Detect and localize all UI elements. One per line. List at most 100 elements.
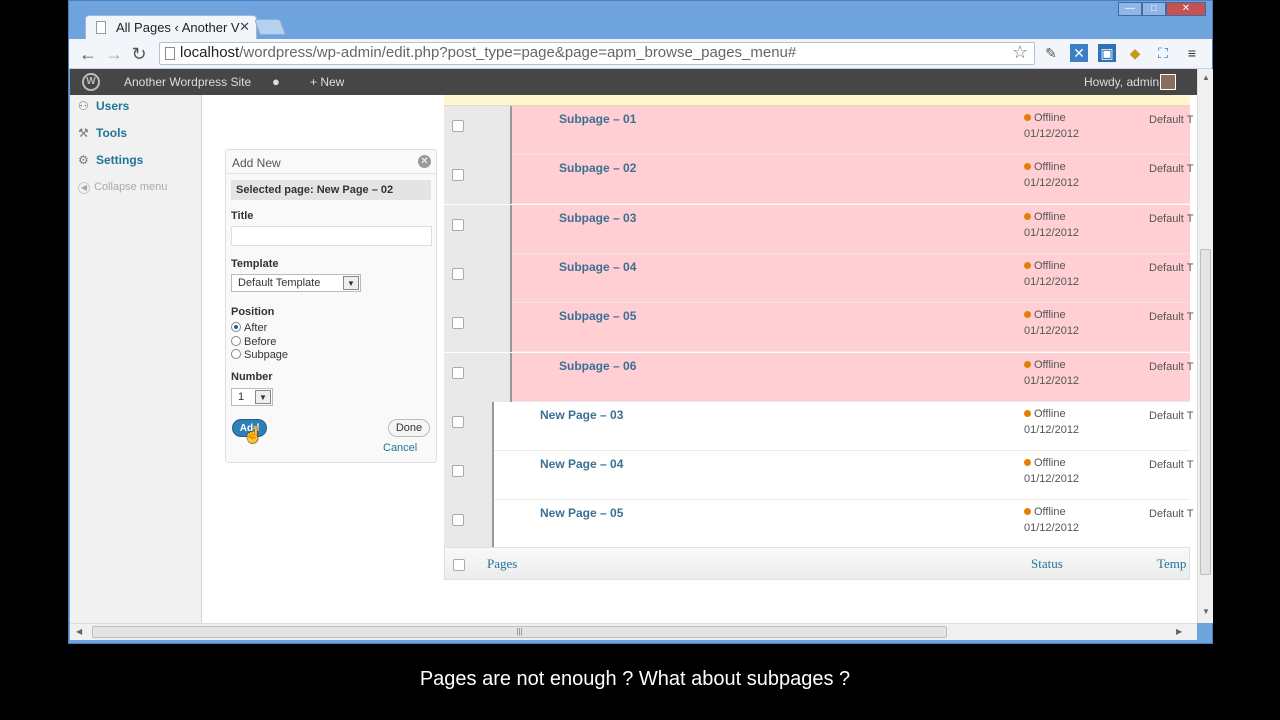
page-title-link[interactable]: New Page – 04 — [540, 457, 623, 471]
cancel-link[interactable]: Cancel — [383, 442, 417, 454]
drag-handle[interactable] — [510, 253, 512, 303]
table-row[interactable]: New Page – 04 Offline 01/12/2012 Default T — [444, 451, 1193, 501]
done-button[interactable]: Done — [388, 419, 430, 437]
scroll-up-icon[interactable]: ▲ — [1202, 73, 1210, 82]
column-status[interactable]: Status — [1031, 556, 1063, 572]
sidebar-item-tools[interactable]: ⚒ Tools — [78, 126, 127, 140]
column-template[interactable]: Temp — [1157, 556, 1186, 572]
reload-icon[interactable]: ↻ — [128, 43, 150, 65]
horizontal-scrollbar[interactable]: ◀ ||| ▶ — [70, 623, 1197, 640]
table-row[interactable]: Subpage – 03 Offline 01/12/2012 Default T — [444, 204, 1193, 254]
table-row[interactable]: Subpage – 04 Offline 01/12/2012 Default T — [444, 253, 1194, 303]
drag-handle[interactable] — [492, 401, 494, 451]
close-icon[interactable]: ✕ — [418, 155, 431, 168]
drag-handle[interactable] — [492, 451, 494, 501]
page-title-link[interactable]: Subpage – 06 — [559, 359, 636, 373]
forward-icon[interactable]: → — [103, 43, 125, 65]
drag-handle[interactable] — [510, 303, 512, 353]
minimize-button[interactable]: — — [1118, 2, 1142, 16]
users-icon: ⚇ — [78, 99, 89, 113]
vertical-scroll-thumb[interactable] — [1200, 249, 1211, 575]
address-bar[interactable]: localhost/wordpress/wp-admin/edit.php?po… — [159, 42, 1035, 65]
status-dot-icon — [1024, 163, 1031, 171]
page-title-link[interactable]: New Page – 03 — [540, 408, 623, 422]
browser-toolbar: ← → ↻ localhost/wordpress/wp-admin/edit.… — [69, 39, 1212, 69]
howdy-user[interactable]: Howdy, admin — [1084, 69, 1159, 95]
sidebar-item-label: Tools — [96, 126, 128, 140]
radio-icon — [231, 322, 241, 332]
scroll-left-icon[interactable]: ◀ — [76, 627, 82, 636]
page-title-link[interactable]: Subpage – 04 — [559, 260, 636, 274]
settings-icon: ⚙ — [78, 153, 89, 167]
drag-handle[interactable] — [510, 155, 512, 205]
table-row[interactable]: Subpage – 05 Offline 01/12/2012 Default T — [444, 303, 1193, 353]
back-icon[interactable]: ← — [77, 43, 99, 65]
row-checkbox[interactable] — [452, 169, 464, 182]
drag-handle[interactable] — [510, 204, 512, 254]
template-select[interactable]: Default Template ▼ — [231, 274, 361, 292]
extension-badge-icon[interactable]: ◆ — [1126, 44, 1144, 62]
page-title-link[interactable]: Subpage – 01 — [559, 112, 636, 126]
row-date: 01/12/2012 — [1024, 128, 1080, 140]
drag-handle[interactable] — [492, 500, 494, 550]
row-date: 01/12/2012 — [1024, 177, 1080, 190]
menu-icon[interactable]: ≡ — [1183, 44, 1201, 62]
table-row[interactable]: Subpage – 01 Offline 01/12/2012 Default T — [444, 106, 1193, 155]
column-pages[interactable]: Pages — [487, 556, 517, 572]
tab-close-icon[interactable]: ✕ — [239, 19, 250, 35]
table-row[interactable]: Subpage – 06 Offline 01/12/2012 Default T — [444, 352, 1193, 402]
scroll-down-icon[interactable]: ▼ — [1202, 607, 1210, 616]
title-input[interactable] — [231, 226, 432, 246]
table-row[interactable]: New Page – 03 Offline 01/12/2012 Default T — [444, 401, 1193, 451]
row-checkbox[interactable] — [452, 415, 464, 428]
new-content-link[interactable]: + New — [310, 69, 344, 95]
avatar[interactable] — [1160, 74, 1176, 90]
status-text: Offline — [1034, 210, 1066, 223]
row-checkbox[interactable] — [452, 267, 464, 280]
close-window-button[interactable]: ✕ — [1166, 2, 1206, 16]
row-checkbox[interactable] — [452, 366, 464, 379]
position-before-radio[interactable]: Before — [231, 336, 276, 348]
bookmark-star-icon[interactable]: ☆ — [1012, 42, 1028, 63]
row-checkbox[interactable] — [452, 514, 464, 527]
row-template: Default T — [1149, 261, 1194, 274]
vertical-scrollbar[interactable]: ▲ ▼ — [1197, 69, 1213, 623]
sidebar-item-users[interactable]: ⚇ Users — [78, 99, 129, 113]
row-checkbox[interactable] — [452, 218, 464, 231]
table-row[interactable]: New Page – 05 Offline 01/12/2012 Default T — [444, 500, 1193, 550]
comments-icon[interactable]: ● — [272, 69, 280, 95]
site-name-link[interactable]: Another Wordpress Site — [124, 69, 251, 95]
fullscreen-icon[interactable]: ⛶ — [1154, 44, 1172, 62]
maximize-button[interactable]: □ — [1142, 2, 1166, 16]
table-row[interactable]: Subpage – 02 Offline 01/12/2012 Default T — [444, 155, 1193, 205]
horizontal-scroll-thumb[interactable]: ||| — [92, 626, 947, 638]
wp-admin-bar: W Another Wordpress Site ● + New Howdy, … — [70, 69, 1197, 95]
chevron-down-icon: ▼ — [343, 276, 359, 290]
drag-handle[interactable] — [510, 352, 512, 402]
drag-handle[interactable] — [510, 106, 512, 155]
eyedropper-icon[interactable]: ✎ — [1042, 44, 1060, 62]
page-title-link[interactable]: Subpage – 02 — [559, 161, 636, 175]
select-all-checkbox[interactable] — [453, 559, 465, 571]
extension-x-icon[interactable]: ✕ — [1070, 44, 1088, 62]
number-select[interactable]: 1 ▼ — [231, 388, 273, 406]
row-checkbox[interactable] — [452, 465, 464, 478]
position-subpage-radio[interactable]: Subpage — [231, 349, 288, 361]
row-checkbox[interactable] — [452, 317, 464, 330]
tools-icon: ⚒ — [78, 126, 89, 140]
chevron-down-icon: ▼ — [255, 390, 271, 404]
scroll-right-icon[interactable]: ▶ — [1176, 627, 1182, 636]
radio-icon — [231, 349, 241, 359]
collapse-menu[interactable]: ◀ Collapse menu — [78, 181, 167, 194]
page-title-link[interactable]: New Page – 05 — [540, 506, 623, 520]
sidebar-item-settings[interactable]: ⚙ Settings — [78, 153, 143, 167]
screen-capture-icon[interactable]: ▣ — [1098, 44, 1116, 62]
position-after-radio[interactable]: After — [231, 322, 267, 334]
new-tab-button[interactable] — [254, 19, 286, 35]
page-title-link[interactable]: Subpage – 05 — [559, 309, 636, 323]
browser-tab[interactable]: All Pages ‹ Another V ✕ — [85, 15, 257, 39]
row-checkbox[interactable] — [452, 120, 464, 132]
wordpress-logo-icon[interactable]: W — [82, 73, 100, 91]
status-badge: Offline — [1024, 112, 1066, 124]
page-title-link[interactable]: Subpage – 03 — [559, 211, 636, 225]
